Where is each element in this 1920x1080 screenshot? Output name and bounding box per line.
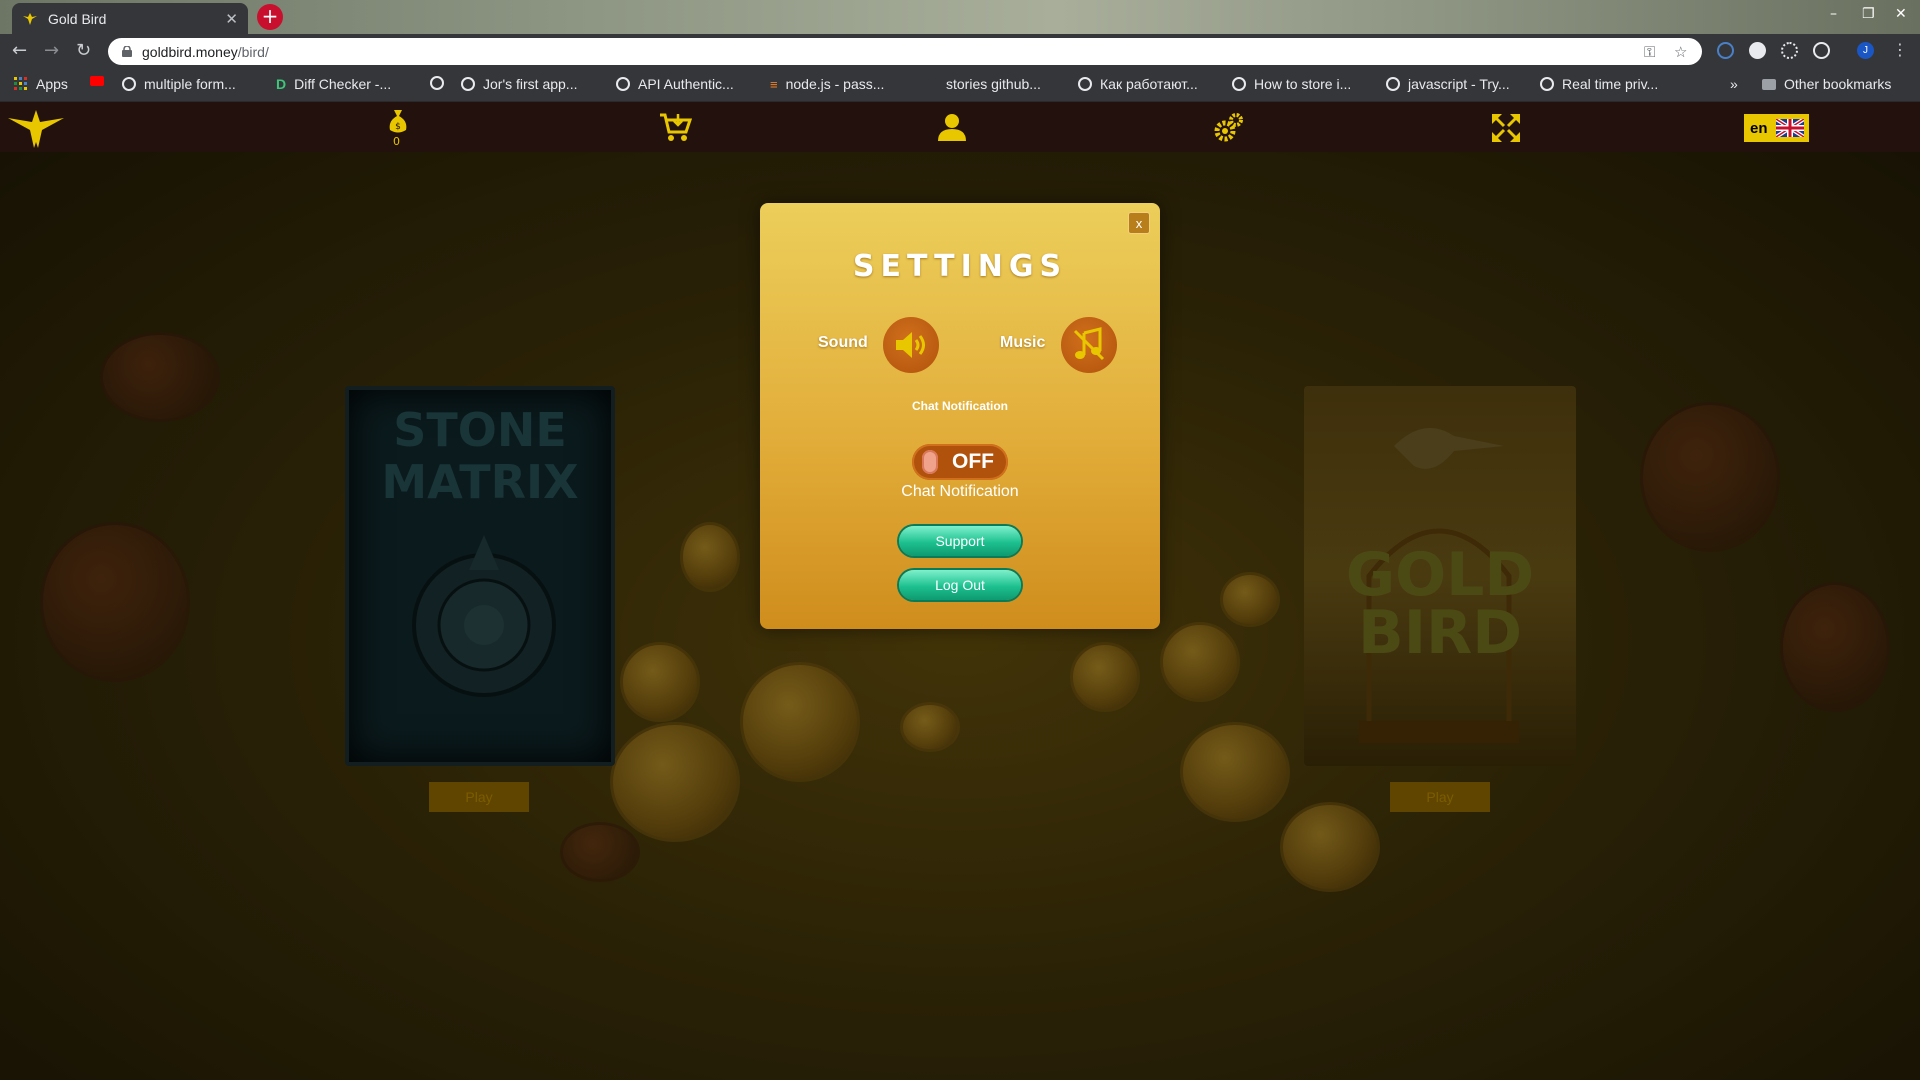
stackoverflow-icon: ≡ — [770, 76, 778, 92]
back-icon[interactable]: ← — [12, 40, 27, 61]
bookmark-label: Diff Checker -... — [294, 76, 392, 92]
bookmark-item[interactable]: ≡ node.js - pass... — [770, 76, 884, 92]
toggle-knob — [922, 450, 938, 474]
music-off-icon — [1073, 327, 1105, 361]
bookmarks-bar: Apps multiple form... D Diff Checker -..… — [0, 68, 1920, 102]
url-host: goldbird.money — [142, 43, 238, 60]
browser-tabbar: Gold Bird ✕ + – ❐ ✕ — [0, 0, 1920, 34]
settings-title: SETTINGS — [852, 249, 1068, 284]
profile-avatar[interactable]: J — [1857, 42, 1874, 59]
game-top-nav: $ 0 en — [0, 102, 1920, 152]
globe-icon — [1386, 77, 1400, 91]
bookmark-label: node.js - pass... — [785, 76, 885, 92]
music-label: Music — [1000, 334, 1046, 351]
bookmark-label: How to store i... — [1254, 76, 1352, 92]
bookmark-label: Apps — [36, 76, 68, 92]
new-tab-button[interactable]: + — [257, 4, 283, 30]
chat-notification-label: Chat Notification — [901, 483, 1019, 500]
sound-toggle-button[interactable] — [883, 317, 939, 373]
url-text: goldbird.money/bird/ — [142, 44, 269, 60]
game-page: STONE MATRIX Play GOLD BIRD Play $ 0 en … — [0, 102, 1920, 1080]
extension-1-icon[interactable] — [1717, 42, 1734, 59]
support-button[interactable]: Support — [899, 526, 1021, 556]
fullscreen-icon[interactable] — [1492, 114, 1520, 142]
bookmark-item[interactable]: Real time priv... — [1540, 76, 1658, 92]
bookmark-label: Как работают... — [1100, 76, 1198, 92]
globe-icon — [461, 77, 475, 91]
globe-icon — [1232, 77, 1246, 91]
shopping-cart-icon[interactable] — [658, 112, 692, 142]
language-code: en — [1750, 119, 1768, 137]
globe-icon — [1078, 77, 1092, 91]
bookmark-item[interactable]: multiple form... — [122, 76, 236, 92]
gold-bird-logo-icon[interactable] — [8, 106, 64, 150]
browser-tab[interactable]: Gold Bird ✕ — [12, 3, 248, 34]
diffchecker-icon: D — [276, 76, 287, 92]
globe-icon — [616, 77, 630, 91]
other-bookmarks[interactable]: Other bookmarks — [1762, 76, 1891, 92]
address-bar[interactable]: goldbird.money/bird/ ⚿ ☆ — [108, 38, 1702, 65]
bookmark-youtube[interactable] — [90, 76, 104, 86]
bookmarks-overflow-button[interactable]: » — [1730, 76, 1738, 92]
money-bag-icon[interactable]: $ — [388, 108, 408, 134]
coin-balance: 0 — [393, 135, 400, 148]
minimize-icon[interactable]: – — [1830, 6, 1837, 22]
user-profile-icon[interactable] — [937, 112, 967, 142]
chat-notification-heading: Chat Notification — [912, 399, 1008, 413]
bookmark-label: Real time priv... — [1562, 76, 1659, 92]
forward-icon[interactable]: → — [44, 40, 59, 61]
bookmark-label: javascript - Try... — [1408, 76, 1510, 92]
music-toggle-button[interactable] — [1061, 317, 1117, 373]
toggle-state-label: OFF — [952, 450, 994, 473]
bird-favicon-icon — [23, 12, 37, 25]
bookmark-item[interactable]: API Authentic... — [616, 76, 734, 92]
bookmark-label: multiple form... — [144, 76, 236, 92]
bookmark-item[interactable]: How to store i... — [1232, 76, 1351, 92]
bookmark-label: stories github... — [946, 76, 1041, 92]
chat-notification-toggle[interactable]: OFF — [912, 444, 1008, 480]
extension-4-icon[interactable] — [1813, 42, 1830, 59]
globe-icon — [1540, 77, 1554, 91]
restore-icon[interactable]: ❐ — [1862, 6, 1875, 22]
bookmark-item[interactable]: stories github... — [924, 76, 1041, 92]
folder-icon — [1762, 78, 1776, 90]
github-icon — [924, 77, 938, 91]
logout-button[interactable]: Log Out — [899, 570, 1021, 600]
settings-gears-icon[interactable] — [1214, 112, 1244, 142]
settings-modal: x SETTINGS Sound Music Chat Notification… — [760, 203, 1160, 629]
other-bookmarks-label: Other bookmarks — [1784, 76, 1892, 92]
speaker-on-icon — [896, 332, 925, 358]
extension-2-icon[interactable] — [1749, 42, 1766, 59]
reload-icon[interactable]: ↻ — [76, 40, 91, 61]
youtube-icon — [90, 76, 104, 86]
modal-close-button[interactable]: x — [1128, 212, 1150, 234]
chevron-double-right-icon: » — [1730, 76, 1738, 92]
tab-close-icon[interactable]: ✕ — [225, 10, 238, 28]
svg-text:$: $ — [395, 122, 401, 132]
extension-3-icon[interactable] — [1781, 42, 1798, 59]
globe-icon — [122, 77, 136, 91]
bookmark-apps[interactable]: Apps — [14, 76, 68, 92]
apps-grid-icon — [14, 77, 27, 90]
bookmark-label: Jor's first app... — [483, 76, 578, 92]
tab-title: Gold Bird — [48, 10, 107, 27]
language-selector[interactable]: en — [1744, 114, 1809, 142]
bookmark-item[interactable]: D Diff Checker -... — [276, 76, 391, 92]
bookmark-item[interactable]: Jor's first app... — [461, 76, 577, 92]
globe-icon — [430, 76, 444, 90]
window-close-icon[interactable]: ✕ — [1895, 6, 1907, 22]
uk-flag-icon — [1775, 119, 1804, 137]
key-icon[interactable]: ⚿ — [1644, 43, 1655, 61]
bookmark-item[interactable]: javascript - Try... — [1386, 76, 1510, 92]
bookmark-star-icon[interactable]: ☆ — [1674, 43, 1687, 61]
browser-toolbar: ← → ↻ goldbird.money/bird/ ⚿ ☆ J ⋮ — [0, 34, 1920, 68]
bookmark-item[interactable] — [430, 76, 452, 90]
lock-icon — [122, 46, 132, 57]
sound-label: Sound — [818, 334, 868, 351]
menu-kebab-icon[interactable]: ⋮ — [1892, 40, 1908, 59]
bookmark-label: API Authentic... — [638, 76, 734, 92]
bookmark-item[interactable]: Как работают... — [1078, 76, 1198, 92]
url-path: /bird/ — [237, 43, 269, 60]
